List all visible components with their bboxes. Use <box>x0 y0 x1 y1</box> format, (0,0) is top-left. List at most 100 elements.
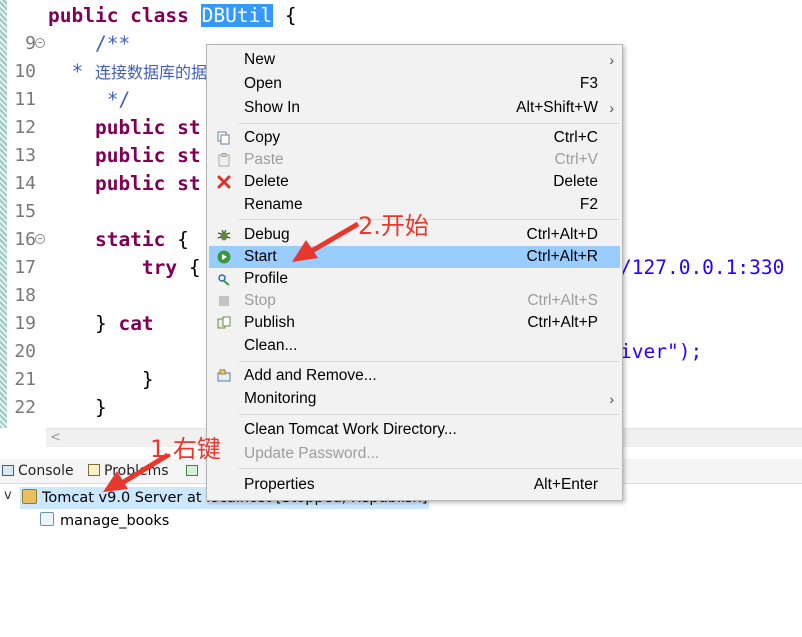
menu-item-label: Clean Tomcat Work Directory... <box>244 421 457 438</box>
menu-separator <box>239 123 619 124</box>
annotation-step-2: 2.开始 <box>358 212 429 240</box>
delete-icon <box>217 175 231 189</box>
code-text: { <box>177 256 201 279</box>
code-text: } <box>48 396 107 419</box>
tomcat-server-icon <box>22 489 37 504</box>
menu-item-label: Start <box>244 248 277 265</box>
comment-text-cjk: 连接数据库的据 <box>94 63 207 82</box>
server-module-row[interactable]: manage_books <box>40 510 169 532</box>
annotation-step-1: 1.右键 <box>150 435 221 463</box>
paste-icon <box>218 153 230 167</box>
web-module-icon <box>40 512 54 526</box>
menu-item-label: Add and Remove... <box>244 367 377 384</box>
menu-item-shortcut: Alt+Shift+W <box>516 99 598 116</box>
scroll-left-icon[interactable]: < <box>50 429 61 447</box>
menu-item-shortcut: Ctrl+Alt+P <box>527 314 598 331</box>
console-icon <box>2 465 14 476</box>
menu-item-label: Monitoring <box>244 390 317 407</box>
tab-label: Console <box>18 463 74 479</box>
menu-item-profile[interactable]: Profile <box>209 268 620 290</box>
menu-item-shortcut: Delete <box>553 173 598 190</box>
comment-text: */ <box>48 88 131 111</box>
fold-toggle-icon[interactable]: − <box>35 38 45 48</box>
menu-item-delete[interactable]: Delete Delete <box>209 171 620 193</box>
menu-item-monitoring[interactable]: Monitoring › <box>209 388 620 410</box>
expand-icon[interactable]: v <box>4 488 12 503</box>
code-text: } <box>48 368 154 391</box>
menu-item-publish[interactable]: Publish Ctrl+Alt+P <box>209 312 620 334</box>
menu-item-label: Rename <box>244 196 303 213</box>
menu-separator <box>239 414 619 415</box>
menu-item-new[interactable]: New › <box>209 49 620 71</box>
code-text: { <box>273 4 297 27</box>
start-icon <box>217 250 231 264</box>
keyword-text: public st <box>48 172 201 195</box>
comment-text: /** <box>48 32 131 55</box>
code-text: { <box>165 228 189 251</box>
copy-icon <box>217 131 230 145</box>
publish-icon <box>217 316 231 329</box>
menu-item-label: Copy <box>244 129 281 146</box>
menu-item-shortcut: F3 <box>579 75 598 92</box>
menu-item-label: Open <box>244 75 282 92</box>
context-menu: New › Open F3 Show In Alt+Shift+W › Copy… <box>206 44 623 501</box>
menu-item-stop: Stop Ctrl+Alt+S <box>209 290 620 312</box>
keyword-text: public class <box>48 4 201 27</box>
debug-icon <box>217 229 231 241</box>
menu-item-paste: Paste Ctrl+V <box>209 149 620 171</box>
menu-item-start[interactable]: Start Ctrl+Alt+R <box>209 246 620 268</box>
tab-label: Problems <box>104 463 169 479</box>
keyword-text: try <box>48 256 178 279</box>
menu-item-label: Stop <box>244 292 276 309</box>
line-number: 23 <box>10 422 36 428</box>
menu-item-update-password: Update Password... <box>209 443 620 465</box>
menu-item-shortcut: Ctrl+C <box>553 129 598 146</box>
stop-icon <box>219 296 229 306</box>
menu-item-label: Clean... <box>244 337 298 354</box>
add-remove-icon <box>217 369 231 382</box>
submenu-arrow-icon: › <box>609 52 614 68</box>
keyword-text: public st <box>48 116 201 139</box>
code-text: } <box>48 312 119 335</box>
menu-item-label: Properties <box>244 476 315 493</box>
fold-toggle-icon[interactable]: − <box>35 234 45 244</box>
menu-item-copy[interactable]: Copy Ctrl+C <box>209 127 620 149</box>
code-line-9: 9 public class DBUtil { <box>0 2 802 54</box>
menu-separator <box>239 219 619 220</box>
menu-item-shortcut: Ctrl+V <box>554 151 599 168</box>
menu-item-show-in[interactable]: Show In Alt+Shift+W › <box>209 97 620 119</box>
keyword-text: cat <box>118 312 154 335</box>
menu-item-label: Publish <box>244 314 295 331</box>
menu-item-shortcut: F2 <box>579 196 598 213</box>
problems-icon <box>88 464 100 476</box>
menu-item-label: Delete <box>244 173 289 190</box>
servers-icon <box>186 465 198 476</box>
selected-identifier: DBUtil <box>200 4 274 27</box>
menu-item-label: Profile <box>244 270 288 287</box>
menu-item-shortcut: Ctrl+Alt+S <box>527 292 598 309</box>
submenu-arrow-icon: › <box>609 100 614 116</box>
menu-item-properties[interactable]: Properties Alt+Enter <box>209 474 620 496</box>
menu-item-label: Debug <box>244 226 290 243</box>
menu-item-add-and-remove[interactable]: Add and Remove... <box>209 365 620 387</box>
keyword-text: static <box>48 228 166 251</box>
menu-separator <box>239 361 619 362</box>
menu-item-clean-tomcat-work-directory[interactable]: Clean Tomcat Work Directory... <box>209 419 620 441</box>
tab-console[interactable]: Console <box>2 459 74 483</box>
menu-item-shortcut: Ctrl+Alt+D <box>526 226 599 243</box>
submenu-arrow-icon: › <box>609 391 614 407</box>
menu-item-shortcut: Ctrl+Alt+R <box>526 248 599 265</box>
menu-item-clean[interactable]: Clean... <box>209 335 620 357</box>
menu-separator <box>239 468 619 469</box>
menu-item-shortcut: Alt+Enter <box>533 476 598 493</box>
menu-item-label: Show In <box>244 99 301 116</box>
menu-item-label: Update Password... <box>244 445 380 462</box>
profile-icon <box>218 274 230 286</box>
servers-view: v Tomcat v9.0 Server at localhost [Stopp… <box>0 484 802 637</box>
menu-item-open[interactable]: Open F3 <box>209 73 620 95</box>
comment-text: * <box>48 60 95 83</box>
menu-item-label: New <box>244 51 276 68</box>
module-label: manage_books <box>60 513 170 529</box>
menu-item-label: Paste <box>244 151 284 168</box>
keyword-text: public st <box>48 144 201 167</box>
